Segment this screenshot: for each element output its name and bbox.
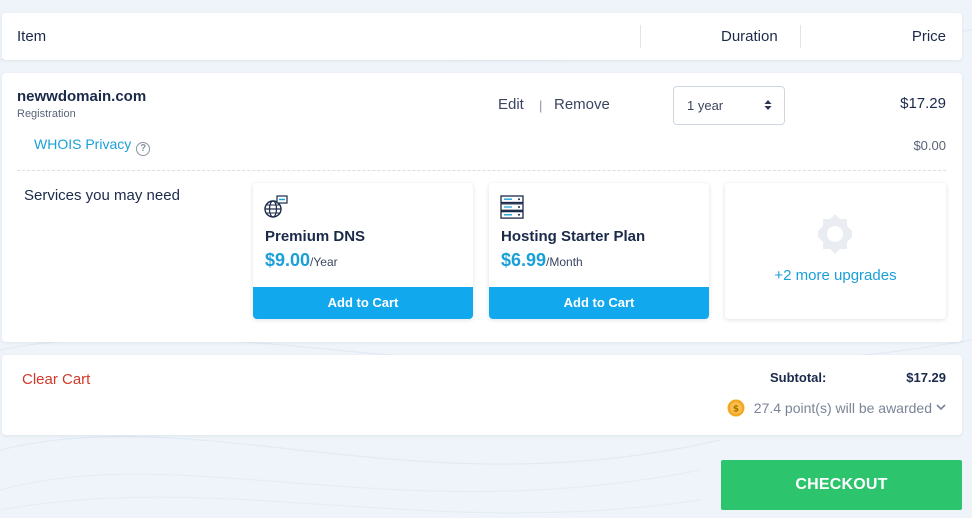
points-text: 27.4 point(s) will be awarded [753,400,932,416]
more-upgrades-link[interactable]: +2 more upgrades [725,267,946,284]
item-price: $17.29 [900,95,946,112]
service-price: $6.99/Month [501,250,583,270]
subtotal-label: Subtotal: [770,370,827,385]
chevron-down-icon [936,402,946,414]
service-title: Premium DNS [265,228,366,245]
help-icon[interactable]: ? [136,142,151,156]
whois-label: WHOIS Privacy [34,136,132,152]
add-to-cart-button[interactable]: Add to Cart [489,287,709,319]
whois-price: $0.00 [913,138,946,153]
whois-privacy-link[interactable]: WHOIS Privacy? [34,136,151,156]
header-divider [800,25,801,48]
domain-name: newwdomain.com [17,88,147,105]
clear-cart-link[interactable]: Clear Cart [22,371,90,388]
subtotal-value: $17.29 [906,370,946,385]
header-divider [640,25,641,48]
points-award[interactable]: $ 27.4 point(s) will be awarded [727,399,946,417]
domain-type: Registration [17,108,76,120]
service-title: Hosting Starter Plan [501,228,646,245]
header-item: Item [17,28,47,45]
duration-value: 1 year [687,98,724,113]
section-divider [17,170,946,171]
add-to-cart-button[interactable]: Add to Cart [253,287,473,319]
service-card-hosting: Hosting Starter Plan $6.99/Month Add to … [489,183,709,319]
service-card-premium-dns: Premium DNS $9.00/Year Add to Cart [253,183,473,319]
svg-text:$: $ [733,405,739,415]
more-upgrades-card[interactable]: +2 more upgrades [725,183,946,319]
header-price: Price [911,28,946,45]
edit-link[interactable]: Edit [498,96,524,113]
coin-icon: $ [727,399,745,417]
globe-dns-icon [264,195,288,218]
cart-item-card: newwdomain.com Registration Edit | Remov… [2,73,962,342]
remove-link[interactable]: Remove [554,96,610,113]
duration-select[interactable]: 1 year [673,86,785,125]
select-updown-icon [764,87,772,124]
header-duration: Duration [721,28,778,45]
services-label: Services you may need [24,187,180,204]
cart-header: Item Duration Price [2,13,962,60]
action-divider: | [539,98,543,113]
server-icon [500,195,524,219]
checkout-button[interactable]: CHECKOUT [721,460,962,510]
cart-totals-card: Clear Cart Subtotal: $17.29 $ 27.4 point… [2,355,962,435]
gear-icon [818,214,852,254]
service-price: $9.00/Year [265,250,338,270]
